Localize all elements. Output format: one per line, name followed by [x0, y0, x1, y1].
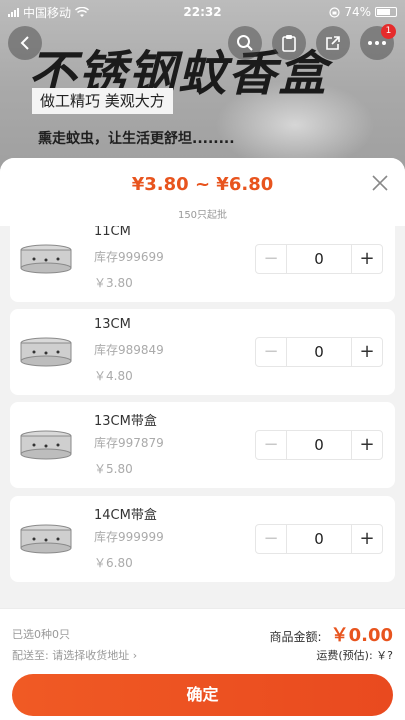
quantity-stepper: − 0 + — [255, 524, 383, 554]
ship-to-address-link[interactable]: 请选择收货地址 › — [52, 649, 137, 662]
sku-stock: 库存999999 — [94, 530, 164, 544]
decrease-button[interactable]: − — [255, 244, 287, 274]
sku-card: 13CM带盒 库存997879 ￥5.80 − 0 + — [10, 402, 395, 488]
quantity-input[interactable]: 0 — [287, 337, 351, 367]
sku-price: ￥4.80 — [94, 369, 133, 383]
sku-card: 14CM带盒 库存999999 ￥6.80 − 0 + — [10, 496, 395, 582]
quantity-stepper: − 0 + — [255, 430, 383, 460]
sheet-header: ¥3.80 ~ ¥6.80 150只起批 — [0, 158, 405, 226]
close-icon[interactable] — [369, 172, 391, 194]
sku-card: 13CM 库存989849 ￥4.80 − 0 + — [10, 309, 395, 395]
ship-to-label: 配送至: — [12, 649, 49, 662]
back-button[interactable] — [8, 26, 42, 60]
more-icon — [368, 41, 386, 45]
quantity-stepper: − 0 + — [255, 244, 383, 274]
quantity-input[interactable]: 0 — [287, 524, 351, 554]
product-thumbnail — [20, 337, 72, 367]
sku-price: ￥3.80 — [94, 276, 133, 290]
sku-stock: 库存989849 — [94, 343, 164, 357]
product-thumbnail — [20, 244, 72, 274]
status-bar: 中国移动 22:32 74% — [0, 0, 405, 24]
increase-button[interactable]: + — [351, 430, 383, 460]
decrease-button[interactable]: − — [255, 524, 287, 554]
sku-name: 11CM — [94, 226, 131, 239]
sku-price: ￥5.80 — [94, 462, 133, 476]
search-button[interactable] — [228, 26, 262, 60]
sku-name: 14CM带盒 — [94, 508, 157, 523]
quantity-input[interactable]: 0 — [287, 430, 351, 460]
share-icon — [326, 36, 340, 50]
price-range: ¥3.80 ~ ¥6.80 — [131, 174, 274, 195]
amount-label: 商品金额: — [269, 630, 322, 644]
sku-selector-sheet: ¥3.80 ~ ¥6.80 150只起批 11CM 库存999699 ￥3.80… — [0, 158, 405, 720]
clipboard-icon — [282, 35, 296, 52]
ship-to-row[interactable]: 配送至: 请选择收货地址 › — [12, 647, 137, 663]
quantity-stepper: − 0 + — [255, 337, 383, 367]
sku-stock: 库存997879 — [94, 436, 164, 450]
sku-price: ￥6.80 — [94, 556, 133, 570]
freight-estimate: 运费(预估): ￥? — [316, 649, 393, 662]
clipboard-button[interactable] — [272, 26, 306, 60]
amount-value: ￥0.00 — [330, 625, 393, 646]
chevron-left-icon — [20, 36, 29, 50]
clock: 22:32 — [183, 5, 222, 19]
search-icon — [237, 35, 253, 51]
banner-subtitle: 做工精巧 美观大方 — [32, 88, 173, 114]
increase-button[interactable]: + — [351, 337, 383, 367]
decrease-button[interactable]: − — [255, 430, 287, 460]
notification-badge: 1 — [381, 24, 396, 39]
decrease-button[interactable]: − — [255, 337, 287, 367]
product-thumbnail — [20, 430, 72, 460]
quantity-input[interactable]: 0 — [287, 244, 351, 274]
selected-summary: 已选0种0只 — [12, 628, 70, 641]
share-button[interactable] — [316, 26, 350, 60]
increase-button[interactable]: + — [351, 244, 383, 274]
sku-name: 13CM带盒 — [94, 414, 157, 429]
sku-stock: 库存999699 — [94, 250, 164, 264]
increase-button[interactable]: + — [351, 524, 383, 554]
minimum-order-quantity: 150只起批 — [177, 210, 228, 221]
product-thumbnail — [20, 524, 72, 554]
banner-slogan: 熏走蚊虫，让生活更舒坦........ — [38, 131, 235, 147]
sheet-footer: 已选0种0只 商品金额: ￥0.00 配送至: 请选择收货地址 › 运费(预估)… — [0, 608, 405, 720]
sku-name: 13CM — [94, 317, 131, 332]
more-button[interactable]: 1 — [360, 24, 396, 60]
sku-card: 11CM 库存999699 ￥3.80 − 0 + — [10, 226, 395, 302]
confirm-button[interactable]: 确定 — [12, 674, 393, 716]
sku-list: 11CM 库存999699 ￥3.80 − 0 + 13CM 库存989849 … — [0, 226, 405, 608]
